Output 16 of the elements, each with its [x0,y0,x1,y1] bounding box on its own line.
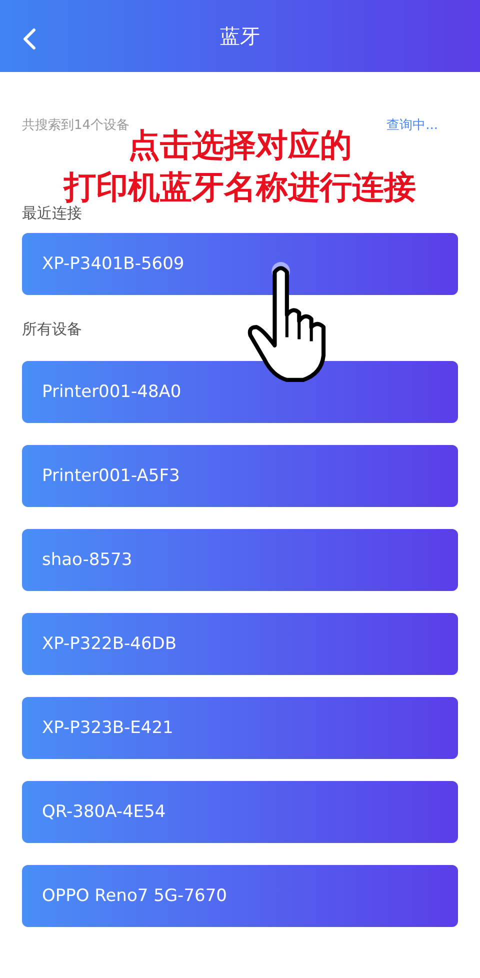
annotation-text: 点击选择对应的 [128,126,352,166]
device-count-text: 共搜索到14个设备 [22,117,130,133]
device-card[interactable]: XP-P323B-E421 [22,697,458,759]
device-card[interactable]: XP-P3401B-5609 [22,233,458,295]
device-card[interactable]: Printer001-A5F3 [22,445,458,507]
device-card[interactable]: OPPO Reno7 5G-7670 [22,865,458,927]
page-title: 蓝牙 [220,22,260,50]
device-card[interactable]: Printer001-48A0 [22,361,458,423]
section-label: 所有设备 [21,320,83,339]
device-card[interactable]: shao-8573 [22,529,458,591]
annotation-text: 打印机蓝牙名称进行连接 [64,167,416,206]
section-label: 最近连接 [21,204,83,223]
searching-status: 查询中... [386,117,438,134]
device-card[interactable]: XP-P322B-46DB [22,613,458,675]
device-card[interactable]: QR-380A-4E54 [22,781,458,843]
back-icon [22,28,36,50]
